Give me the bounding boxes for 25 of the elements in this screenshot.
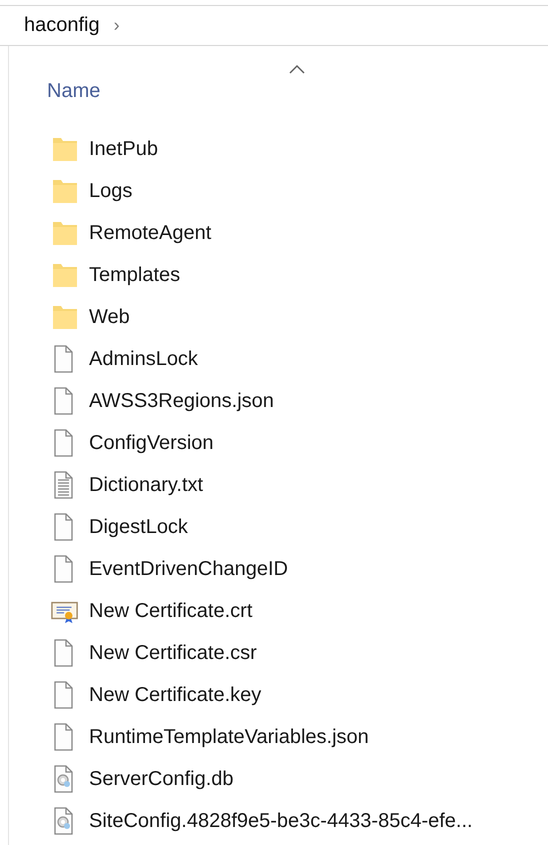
folder-icon <box>51 261 79 289</box>
file-name[interactable]: Templates <box>89 264 180 286</box>
file-name[interactable]: EventDrivenChangeID <box>89 558 288 580</box>
file-name[interactable]: AWSS3Regions.json <box>89 390 274 412</box>
file-name[interactable]: New Certificate.csr <box>89 642 257 664</box>
file-name[interactable]: RemoteAgent <box>89 222 212 244</box>
file-name[interactable]: DigestLock <box>89 516 188 538</box>
file-name[interactable]: AdminsLock <box>89 348 198 370</box>
file-name[interactable]: InetPub <box>89 138 158 160</box>
file-name[interactable]: RuntimeTemplateVariables.json <box>89 726 369 748</box>
file-name[interactable]: ServerConfig.db <box>89 768 234 790</box>
file-name[interactable]: SiteConfig.4828f9e5-be3c-4433-85c4-efe... <box>89 810 473 832</box>
file-name[interactable]: Dictionary.txt <box>89 474 204 496</box>
folder-icon <box>51 177 79 205</box>
folder-icon <box>51 219 79 247</box>
file-name[interactable]: New Certificate.crt <box>89 600 252 622</box>
file-name[interactable]: ConfigVersion <box>89 432 214 454</box>
folder-icon <box>51 135 79 163</box>
breadcrumb-chevron[interactable]: › <box>114 15 120 36</box>
file-name[interactable]: New Certificate.key <box>89 684 262 706</box>
file-name[interactable]: Web <box>89 306 130 328</box>
name-column-header[interactable]: Name <box>47 80 100 103</box>
breadcrumb-folder[interactable]: haconfig <box>24 14 100 37</box>
folder-icon <box>51 303 79 331</box>
file-name[interactable]: Logs <box>89 180 132 202</box>
